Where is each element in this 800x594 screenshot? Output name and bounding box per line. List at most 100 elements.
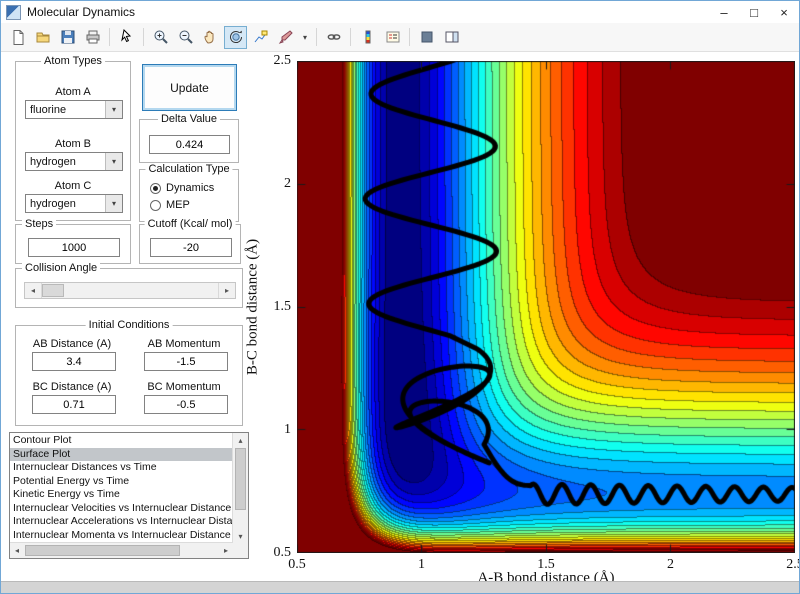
- slider-right-arrow[interactable]: ▸: [218, 283, 235, 298]
- bc-distance-input[interactable]: [32, 395, 116, 414]
- show-plot-tools-button[interactable]: [440, 26, 463, 49]
- listbox-horizontal-scrollbar[interactable]: ◂ ▸: [10, 542, 233, 558]
- close-button[interactable]: ×: [769, 1, 799, 23]
- arrow-left-icon: ◂: [30, 286, 35, 295]
- hide-plot-tools-icon: [421, 31, 432, 43]
- zoom-in-button[interactable]: [149, 26, 172, 49]
- pan-hand-icon: [203, 30, 213, 44]
- save-button[interactable]: [56, 26, 79, 49]
- new-document-button[interactable]: [6, 26, 29, 49]
- link-plots-icon: [327, 34, 340, 40]
- list-item[interactable]: Internuclear Velocities vs Internuclear …: [10, 502, 233, 516]
- horizontal-scroll-thumb[interactable]: [25, 545, 180, 556]
- save-icon: [61, 30, 74, 44]
- steps-input[interactable]: [28, 238, 120, 257]
- link-plots-button[interactable]: [322, 26, 345, 49]
- atom-b-value: hydrogen: [30, 155, 76, 168]
- pan-button[interactable]: [199, 26, 222, 49]
- ab-distance-label: AB Distance (A): [32, 338, 112, 350]
- list-item[interactable]: Surface Plot: [10, 447, 233, 461]
- data-cursor-button[interactable]: [249, 26, 272, 49]
- atom-c-select[interactable]: hydrogen ▾: [25, 194, 123, 213]
- radio-mep-control[interactable]: [150, 199, 161, 211]
- list-item[interactable]: Internuclear Accelerations vs Internucle…: [10, 515, 233, 529]
- window-bottom-border: [1, 581, 799, 593]
- rotate-3d-icon: [229, 30, 242, 44]
- scroll-left-button[interactable]: ◂: [10, 543, 24, 558]
- chevron-down-icon[interactable]: ▾: [105, 101, 122, 118]
- update-button[interactable]: Update: [142, 64, 237, 111]
- brush-dropdown-button[interactable]: ▾: [299, 26, 311, 49]
- insert-legend-button[interactable]: [381, 26, 404, 49]
- insert-colorbar-button[interactable]: [356, 26, 379, 49]
- radio-mep[interactable]: MEP: [150, 199, 190, 211]
- ab-momentum-input[interactable]: [144, 352, 228, 371]
- open-folder-icon: [36, 32, 49, 43]
- collision-angle-slider[interactable]: ◂ ▸: [24, 282, 236, 299]
- delta-value-input[interactable]: [149, 135, 230, 154]
- atom-a-value: fluorine: [30, 103, 67, 116]
- x-tick-label: 2: [667, 557, 674, 572]
- list-item[interactable]: Internuclear Momenta vs Internuclear Dis…: [10, 529, 233, 543]
- edit-plot-button[interactable]: [115, 26, 138, 49]
- delta-value-title: Delta Value: [157, 113, 221, 125]
- arrow-left-icon: ◂: [14, 546, 19, 555]
- rotate-3d-button[interactable]: [224, 25, 247, 49]
- print-icon: [86, 30, 99, 44]
- y-tick-label: 2.5: [273, 53, 292, 68]
- steps-panel: Steps: [15, 218, 131, 264]
- print-button[interactable]: [81, 26, 104, 49]
- initial-conditions-panel: Initial Conditions AB Distance (A) AB Mo…: [15, 319, 243, 426]
- minimize-button[interactable]: –: [709, 1, 739, 23]
- plot-type-listbox[interactable]: Contour Plot Surface Plot Internuclear Dis…: [9, 432, 249, 559]
- slider-thumb[interactable]: [42, 284, 64, 297]
- calculation-type-panel: Calculation Type Dynamics MEP: [139, 163, 239, 222]
- list-item[interactable]: Internuclear Distances vs Time: [10, 461, 233, 475]
- bc-momentum-input[interactable]: [144, 395, 228, 414]
- hide-plot-tools-button[interactable]: [415, 26, 438, 49]
- atom-b-label: Atom B: [54, 138, 92, 150]
- atom-b-select[interactable]: hydrogen ▾: [25, 152, 123, 171]
- slider-left-arrow[interactable]: ◂: [25, 283, 42, 298]
- maximize-button[interactable]: □: [739, 1, 769, 23]
- chevron-down-icon[interactable]: ▾: [105, 195, 122, 212]
- insert-legend-icon: [386, 31, 399, 43]
- x-tick-label: 2.5: [786, 557, 799, 572]
- y-tick-label: 0.5: [273, 545, 292, 560]
- title-bar[interactable]: Molecular Dynamics – □ ×: [1, 1, 799, 23]
- figure-toolbar: ▾: [1, 23, 799, 52]
- y-tick-label: 1.5: [273, 299, 292, 314]
- cutoff-title: Cutoff (Kcal/ mol): [144, 218, 236, 230]
- y-tick-label: 2: [284, 176, 291, 191]
- arrow-right-icon: ▸: [223, 546, 228, 555]
- brush-button[interactable]: [274, 26, 297, 49]
- scroll-down-button[interactable]: ▾: [233, 529, 248, 543]
- radio-dynamics[interactable]: Dynamics: [150, 182, 214, 194]
- chevron-down-icon[interactable]: ▾: [105, 153, 122, 170]
- window-buttons: – □ ×: [709, 1, 799, 23]
- toolbar-separator: [409, 28, 410, 46]
- open-folder-button[interactable]: [31, 26, 54, 49]
- scroll-right-button[interactable]: ▸: [219, 543, 233, 558]
- calculation-type-title: Calculation Type: [145, 163, 233, 175]
- toolbar-separator: [316, 28, 317, 46]
- pes-contour-canvas[interactable]: [297, 61, 795, 553]
- list-item[interactable]: Kinetic Energy vs Time: [10, 488, 233, 502]
- atom-a-select[interactable]: fluorine ▾: [25, 100, 123, 119]
- list-item[interactable]: Potential Energy vs Time: [10, 475, 233, 489]
- listbox-vertical-scrollbar[interactable]: ▴ ▾: [232, 433, 248, 543]
- insert-colorbar-icon: [365, 30, 370, 44]
- radio-dynamics-control[interactable]: [150, 182, 161, 194]
- atom-c-label: Atom C: [54, 180, 92, 192]
- list-item[interactable]: Contour Plot: [10, 434, 233, 448]
- x-tick-label: 1: [418, 557, 425, 572]
- window-title: Molecular Dynamics: [27, 5, 136, 19]
- zoom-out-button[interactable]: [174, 26, 197, 49]
- toolbar-separator: [109, 28, 110, 46]
- atom-a-label: Atom A: [55, 86, 91, 98]
- cutoff-input[interactable]: [150, 238, 232, 257]
- ab-distance-input[interactable]: [32, 352, 116, 371]
- vertical-scroll-thumb[interactable]: [235, 448, 246, 510]
- radio-mep-label: MEP: [166, 199, 190, 211]
- scroll-up-button[interactable]: ▴: [233, 433, 248, 447]
